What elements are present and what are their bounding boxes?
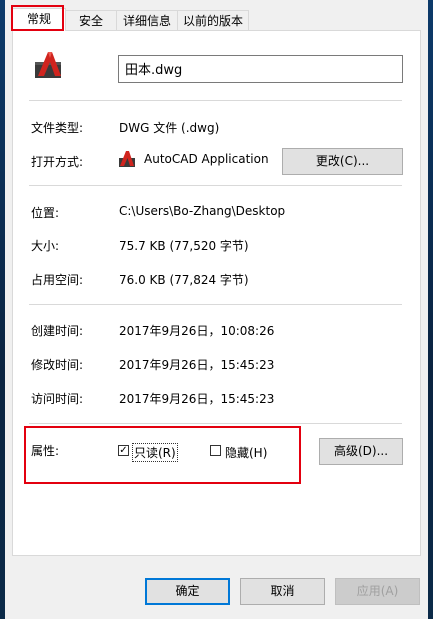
attributes-highlight-box [24, 426, 301, 484]
desktop-background-strip [428, 0, 433, 619]
advanced-button[interactable]: 高级(D)... [319, 438, 403, 465]
cancel-button-label: 取消 [270, 584, 295, 598]
cancel-button[interactable]: 取消 [240, 578, 325, 605]
created-value: 2017年9月26日，10:08:26 [119, 324, 275, 338]
divider [29, 304, 402, 305]
accessed-label: 访问时间: [31, 392, 84, 406]
location-value: C:\Users\Bo-Zhang\Desktop [119, 204, 286, 218]
advanced-button-label: 高级(D)... [333, 444, 389, 458]
modified-label: 修改时间: [31, 358, 84, 372]
change-button-label: 更改(C)... [315, 154, 370, 168]
disk-size-value: 76.0 KB (77,824 字节) [119, 273, 249, 287]
ok-button[interactable]: 确定 [145, 578, 230, 605]
accessed-value: 2017年9月26日，15:45:23 [119, 392, 275, 406]
tab-details[interactable]: 详细信息 [116, 10, 178, 30]
file-type-label: 文件类型: [31, 121, 84, 135]
tab-security[interactable]: 安全 [65, 10, 117, 30]
tab-security-label: 安全 [78, 14, 103, 28]
open-with-app: AutoCAD Application [144, 152, 269, 166]
apply-button-label: 应用(A) [356, 584, 399, 598]
file-type-value: DWG 文件 (.dwg) [119, 121, 220, 135]
divider [29, 423, 402, 424]
autocad-app-icon [117, 149, 137, 169]
autocad-file-icon [31, 48, 65, 82]
file-name-value: 田本.dwg [125, 63, 183, 78]
open-with-label: 打开方式: [31, 155, 84, 169]
apply-button[interactable]: 应用(A) [335, 578, 420, 605]
ok-button-label: 确定 [175, 584, 200, 598]
size-label: 大小: [31, 239, 60, 253]
tab-previous-versions-label: 以前的版本 [182, 14, 243, 28]
change-button[interactable]: 更改(C)... [282, 148, 403, 175]
tab-highlight-box [11, 5, 64, 31]
created-label: 创建时间: [31, 324, 84, 338]
tab-previous-versions[interactable]: 以前的版本 [177, 10, 249, 30]
tab-details-label: 详细信息 [122, 14, 171, 28]
disk-size-label: 占用空间: [31, 273, 84, 287]
location-label: 位置: [31, 206, 60, 220]
properties-dialog: 常规 安全 详细信息 以前的版本 田本.dwg 文件类型: DWG 文件 (.d… [0, 0, 433, 619]
desktop-background-strip [0, 0, 5, 619]
modified-value: 2017年9月26日，15:45:23 [119, 358, 275, 372]
divider [29, 185, 402, 186]
size-value: 75.7 KB (77,520 字节) [119, 239, 249, 253]
file-name-input[interactable]: 田本.dwg [118, 55, 403, 83]
divider [29, 100, 402, 101]
